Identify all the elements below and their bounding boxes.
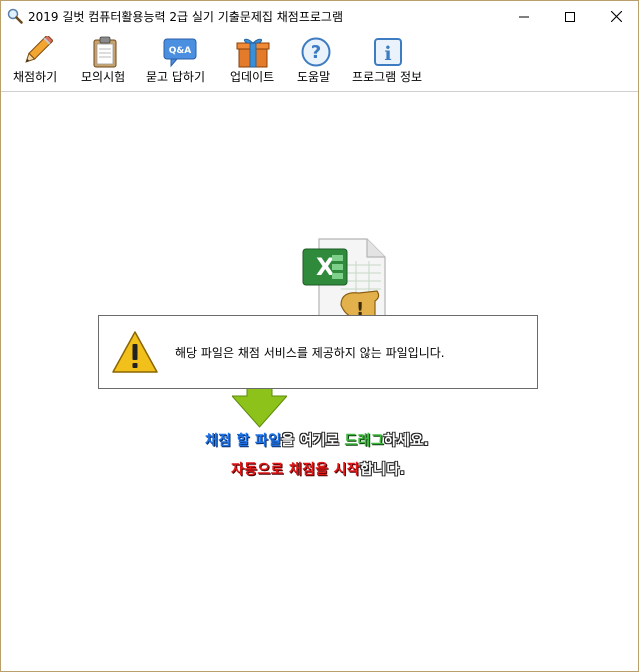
toolbar-button-update[interactable]: 업데이트: [225, 32, 283, 90]
toolbar-label-qa: 묻고 답하기: [146, 70, 206, 84]
title-bar: 2019 길벗 컴퓨터활용능력 2급 실기 기출문제집 채점프로그램: [1, 1, 638, 32]
instruction-highlight-auto-grade: 자동으로 채점을 시작: [231, 462, 360, 478]
info-icon: i: [374, 38, 402, 66]
instruction-line-auto-grade: 자동으로 채점을 시작합니다.: [231, 459, 405, 479]
magnifier-app-icon: [7, 8, 23, 24]
minimize-button[interactable]: [501, 1, 547, 32]
toolbar-label-update: 업데이트: [230, 70, 275, 84]
toolbar-button-grade[interactable]: 채점하기: [9, 32, 67, 90]
instruction-text: 을 여기로: [281, 433, 345, 449]
app-window: 2019 길벗 컴퓨터활용능력 2급 실기 기출문제집 채점프로그램 채점하기 …: [0, 0, 639, 672]
qa-bubble-icon: Q&A: [163, 38, 197, 68]
help-icon: ?: [301, 37, 331, 67]
svg-text:?: ?: [311, 42, 321, 63]
toolbar-label-mock-exam: 모의시험: [81, 70, 126, 84]
maximize-icon: [565, 11, 575, 22]
warning-icon: [112, 331, 158, 373]
clipboard-icon: [93, 36, 117, 68]
dialog-message: 해당 파일은 채점 서비스를 제공하지 않는 파일입니다.: [175, 346, 445, 360]
instruction-text: 하세요.: [383, 433, 430, 449]
gift-box-icon: [236, 38, 270, 68]
instruction-highlight-drag: 드래그: [344, 433, 384, 449]
excel-file-icon: X !: [302, 238, 386, 324]
toolbar-label-help: 도움말: [297, 70, 331, 84]
toolbar-button-program-info[interactable]: i 프로그램 정보: [349, 32, 431, 90]
minimize-icon: [519, 16, 529, 17]
close-button[interactable]: [593, 1, 639, 32]
maximize-button[interactable]: [547, 1, 593, 32]
warning-dialog: 해당 파일은 채점 서비스를 제공하지 않는 파일입니다.: [98, 315, 538, 389]
instruction-line-drag: 채점 할 파일을 여기로 드래그하세요.: [205, 430, 429, 450]
toolbar-label-grade: 채점하기: [13, 70, 58, 84]
window-title: 2019 길벗 컴퓨터활용능력 2급 실기 기출문제집 채점프로그램: [28, 10, 343, 24]
instruction-text: 합니다.: [359, 462, 406, 478]
toolbar-label-program-info: 프로그램 정보: [352, 70, 423, 84]
toolbar-button-qa[interactable]: Q&A 묻고 답하기: [143, 32, 215, 90]
pencil-icon: [25, 36, 53, 63]
close-icon: [610, 11, 622, 22]
svg-text:Q&A: Q&A: [169, 46, 191, 56]
toolbar: 채점하기 모의시험 Q&A 묻고 답하기 업데이트 ? 도움말 i 프로그램 정…: [1, 32, 638, 92]
instruction-highlight-file: 채점 할 파일: [205, 433, 282, 449]
toolbar-button-mock-exam[interactable]: 모의시험: [77, 32, 133, 90]
down-arrow-icon: [232, 384, 287, 428]
svg-text:i: i: [384, 43, 391, 65]
toolbar-button-help[interactable]: ? 도움말: [293, 32, 339, 90]
